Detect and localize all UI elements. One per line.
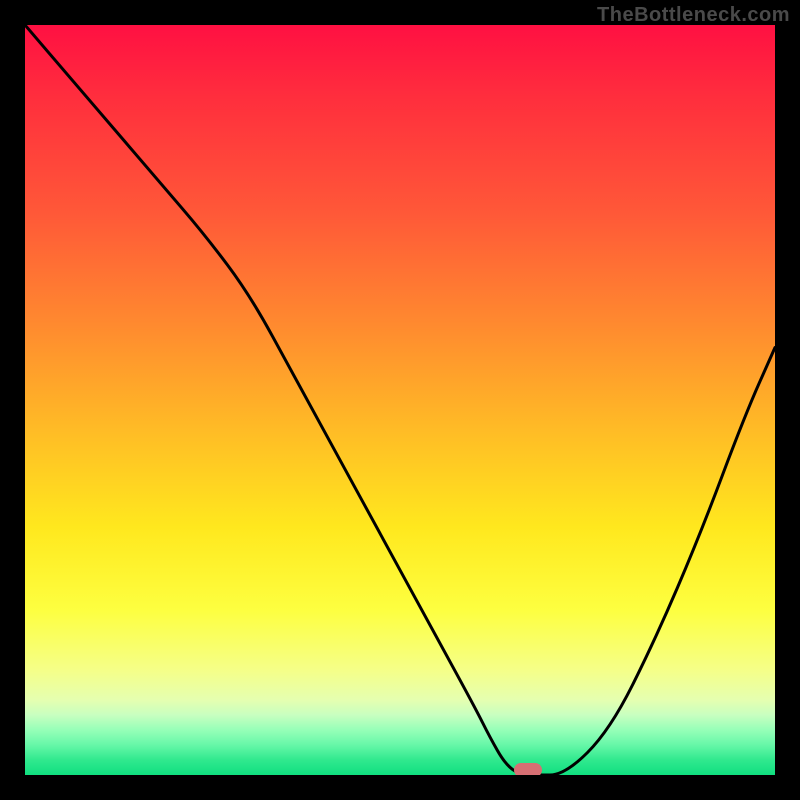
bottleneck-curve-path <box>25 25 775 775</box>
watermark-text: TheBottleneck.com <box>597 4 790 27</box>
bottleneck-line-svg <box>25 25 775 775</box>
chart-container: TheBottleneck.com <box>0 0 800 800</box>
plot-area <box>25 25 775 775</box>
optimal-marker <box>514 763 542 775</box>
